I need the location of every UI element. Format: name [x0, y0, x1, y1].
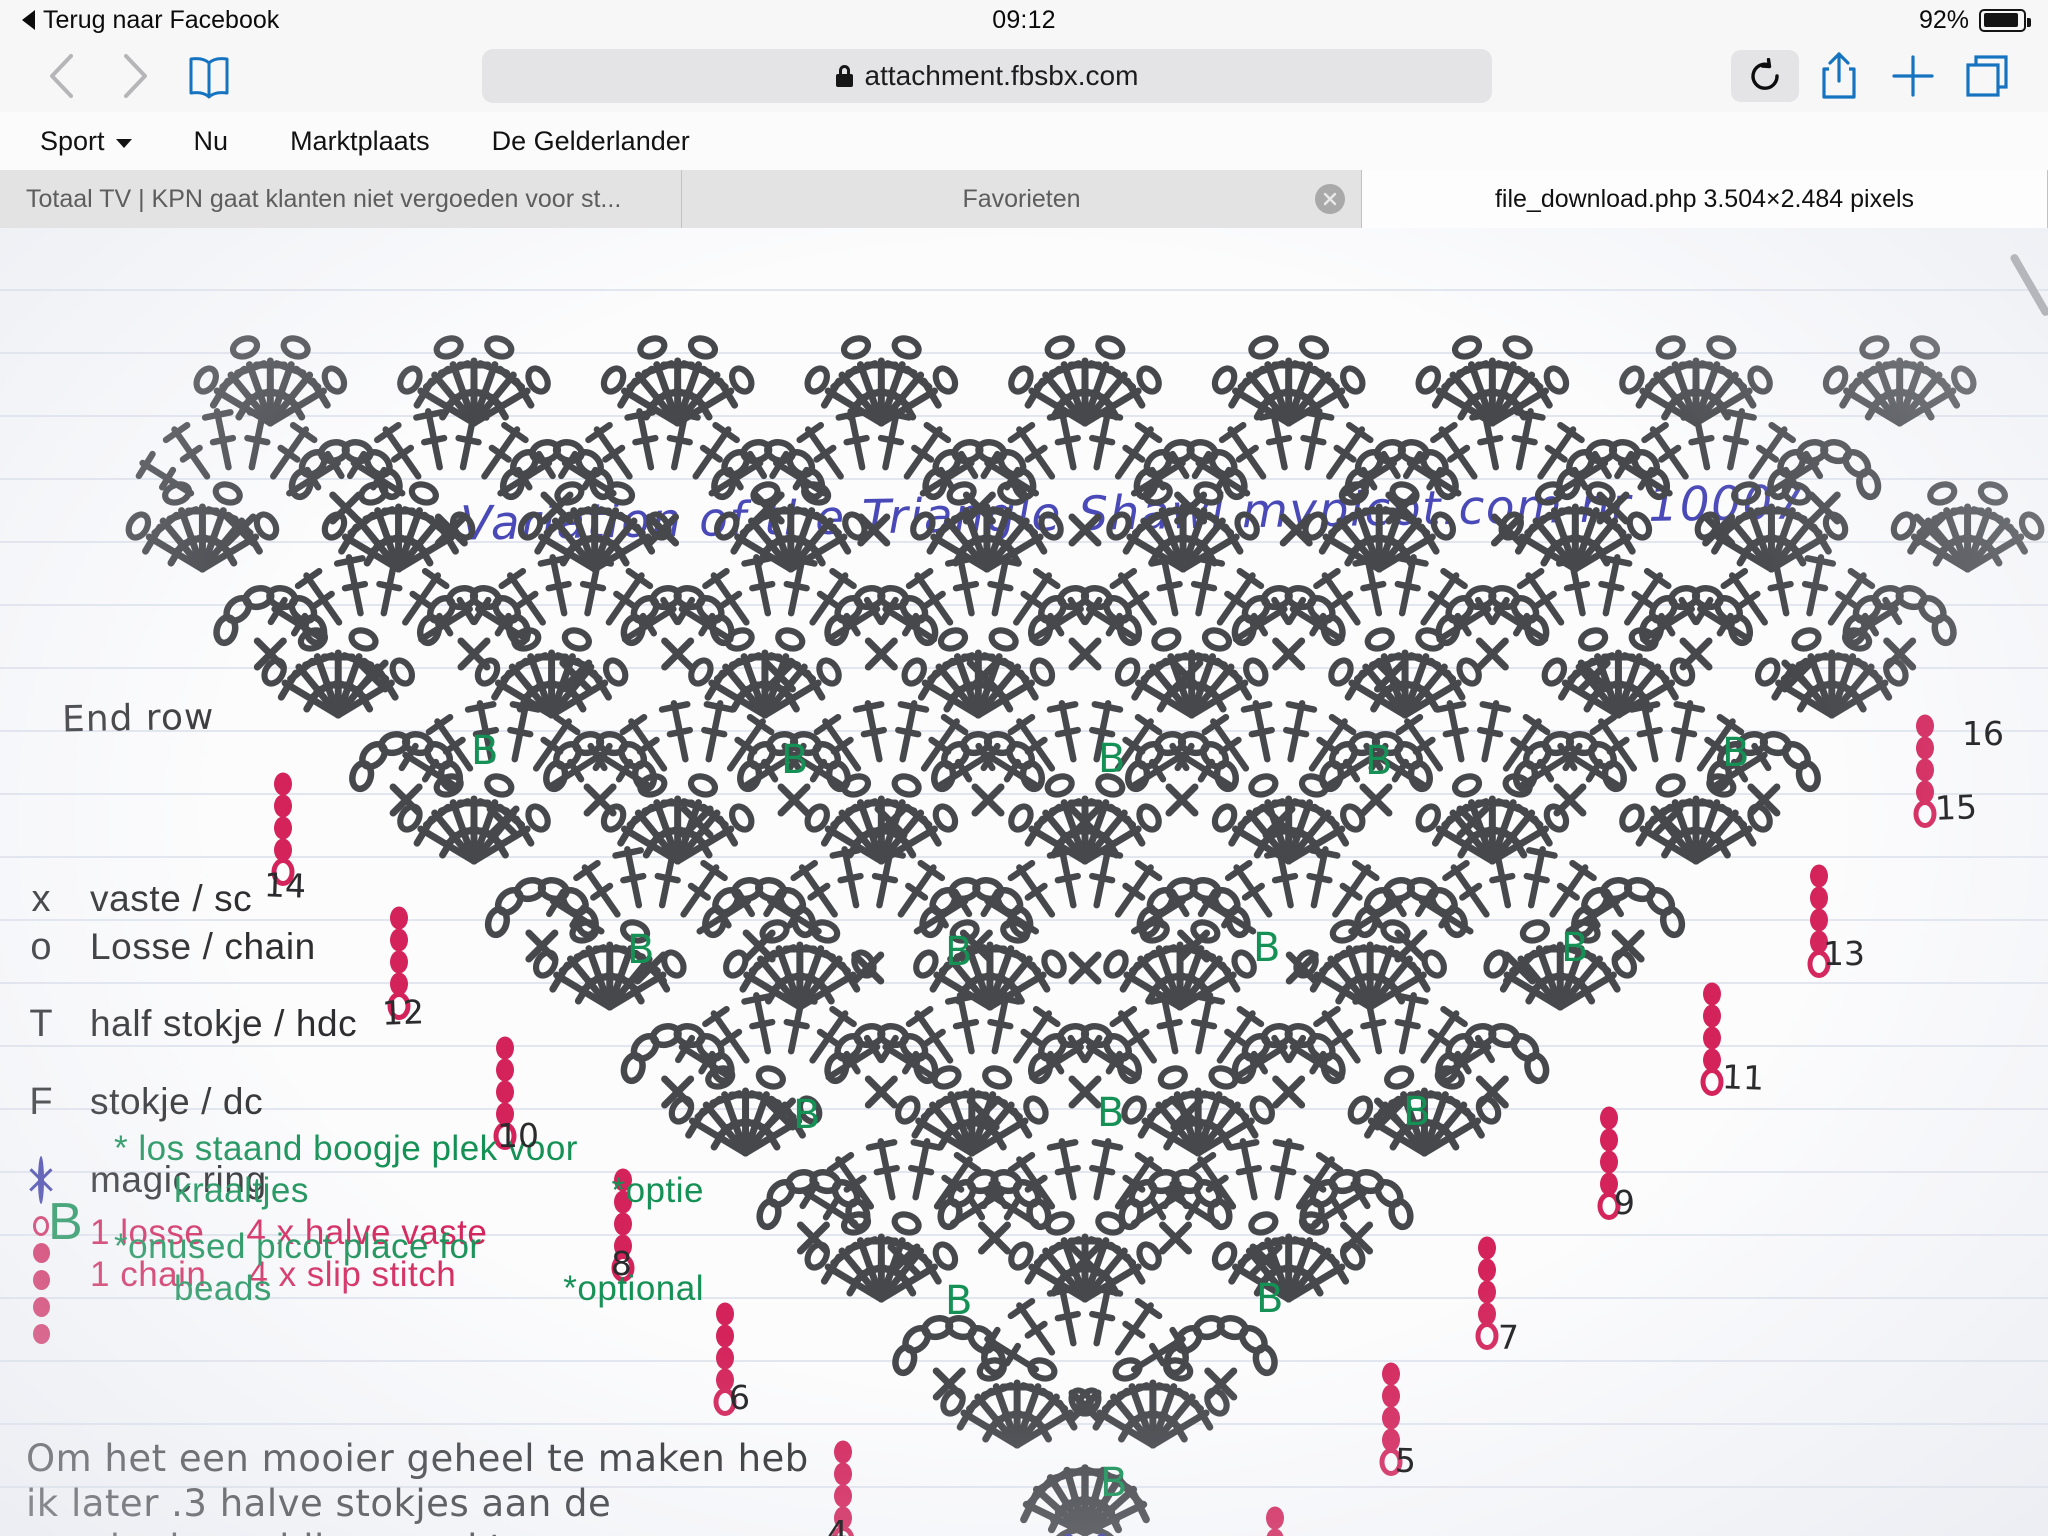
back-button[interactable]	[24, 48, 98, 104]
bookmarks-bar: Sport Nu Marktplaats De Gelderlander	[0, 112, 2048, 170]
chevron-down-icon	[115, 138, 132, 148]
row-number-11: 11	[1721, 1057, 1765, 1098]
row-number-16: 16	[1962, 714, 2004, 753]
url-text: attachment.fbsbx.com	[864, 60, 1139, 91]
bead-en-option: *optional	[563, 1269, 704, 1308]
legend-item-dc: F stokje / dc	[18, 1081, 678, 1125]
browser-toolbar: attachment.fbsbx.com	[0, 40, 2048, 112]
bead-symbol-b: B	[48, 1193, 83, 1251]
bead-nl-line1: * los staand boogje plek voor	[114, 1129, 578, 1168]
legend-label-hdc: half stokje / hdc	[90, 1003, 358, 1045]
row-number-4: 4	[827, 1513, 848, 1536]
tab-favorieten[interactable]: Favorieten	[682, 170, 1362, 228]
bookmark-marktplaats[interactable]: Marktplaats	[290, 126, 430, 157]
pattern-notes: Om het een mooier geheel te maken heb ik…	[26, 1436, 809, 1536]
bookmark-label: De Gelderlander	[491, 125, 690, 156]
row-number-8: 8	[610, 1243, 633, 1284]
bookmark-sport[interactable]: Sport	[40, 126, 132, 157]
tab-totaal-tv[interactable]: Totaal TV | KPN gaat klanten niet vergoe…	[0, 170, 682, 228]
bead-nl-option: *optie	[611, 1171, 704, 1210]
bead-marker: B	[1403, 1089, 1430, 1135]
bead-marker: B	[945, 1278, 972, 1324]
row-number-6: 6	[728, 1377, 751, 1418]
note-line-1: Om het een mooier geheel te maken heb	[26, 1437, 809, 1480]
bead-marker: B	[1256, 1276, 1283, 1322]
back-to-app-link[interactable]: Terug naar Facebook	[22, 6, 279, 35]
note-line-2: ik later .3 halve stokjes aan de	[26, 1482, 612, 1526]
bead-marker: B	[945, 929, 972, 975]
bead-marker: B	[781, 737, 808, 783]
legend-item-chain: o Losse / chain	[18, 926, 678, 970]
legend-item-sc: x vaste / sc	[18, 878, 678, 922]
bookmark-de-gelderlander[interactable]: De Gelderlander	[492, 126, 690, 157]
lock-icon	[835, 65, 853, 87]
bead-legend: B * los staand boogje plek voor kraaltje…	[18, 1128, 778, 1310]
tab-title: Favorieten	[962, 184, 1081, 213]
bead-marker: B	[1097, 1090, 1124, 1136]
row-number-13: 13	[1823, 934, 1865, 973]
bead-marker: B	[1722, 730, 1749, 776]
back-triangle-icon	[22, 10, 35, 30]
legend-label-chain: Losse / chain	[90, 925, 316, 967]
battery-icon	[1979, 8, 2031, 32]
bead-marker: B	[471, 728, 498, 774]
bead-nl-line2: kraaltjes	[174, 1171, 309, 1210]
bead-marker: B	[1365, 738, 1392, 784]
row-number-14: 14	[263, 865, 307, 906]
bookmark-label: Sport	[40, 125, 105, 156]
row-number-9: 9	[1613, 1182, 1636, 1223]
legend-symbol-t: T	[29, 1003, 53, 1046]
battery-percent-label: 92%	[1918, 5, 1969, 34]
page-content: Variation of the Triangle Shawl mypicot.…	[0, 228, 2048, 1536]
bead-legend-nl: * los staand boogje plek voor kraaltjes *…	[114, 1128, 778, 1310]
legend-symbol-x: x	[31, 878, 51, 920]
bead-marker: B	[1253, 925, 1280, 971]
legend-symbol-f: F	[29, 1081, 53, 1124]
legend-symbol-o: o	[30, 925, 52, 968]
bead-en-line2: beads	[174, 1269, 272, 1308]
tab-title: Totaal TV | KPN gaat klanten niet vergoe…	[26, 184, 622, 213]
row-number-15: 15	[1934, 787, 1978, 828]
note-line-3: magic ring erbij gemaakt.	[26, 1526, 809, 1536]
row-number-10: 10	[497, 1116, 539, 1155]
share-button[interactable]	[1802, 48, 1876, 104]
bead-marker: B	[1098, 736, 1125, 782]
bookmark-nu[interactable]: Nu	[194, 126, 229, 157]
row-number-12: 12	[381, 992, 425, 1033]
bookmarks-button[interactable]	[172, 48, 246, 104]
tab-bar: Totaal TV | KPN gaat klanten niet vergoe…	[0, 170, 2048, 228]
back-to-app-label: Terug naar Facebook	[43, 5, 280, 34]
bead-marker: B	[1561, 925, 1588, 971]
legend-label-sc: vaste / sc	[90, 878, 253, 919]
ios-status-bar: Terug naar Facebook 09:12 92%	[0, 0, 2048, 40]
legend-label-dc: stokje / dc	[90, 1081, 264, 1123]
address-bar[interactable]: attachment.fbsbx.com	[482, 49, 1492, 103]
reload-chip[interactable]	[1731, 50, 1799, 102]
bookmark-label: Marktplaats	[290, 125, 430, 156]
close-icon[interactable]	[1315, 184, 1345, 214]
forward-button[interactable]	[98, 48, 172, 104]
tab-file-download[interactable]: file_download.php 3.504×2.484 pixels	[1362, 170, 2048, 228]
row-number-7: 7	[1498, 1318, 1519, 1357]
bead-en-line1: *onused picot place for	[114, 1227, 482, 1266]
bookmark-label: Nu	[193, 125, 229, 156]
new-tab-button[interactable]	[1876, 48, 1950, 104]
reload-button[interactable]	[1728, 48, 1802, 104]
tab-title: file_download.php 3.504×2.484 pixels	[1494, 184, 1915, 213]
row-number-5: 5	[1394, 1440, 1417, 1481]
legend-item-hdc: T half stokje / hdc	[18, 1003, 678, 1047]
status-clock: 09:12	[992, 5, 1056, 34]
bead-marker: B	[793, 1092, 820, 1138]
show-tabs-button[interactable]	[1950, 48, 2024, 104]
bead-marker: B	[1100, 1460, 1127, 1506]
